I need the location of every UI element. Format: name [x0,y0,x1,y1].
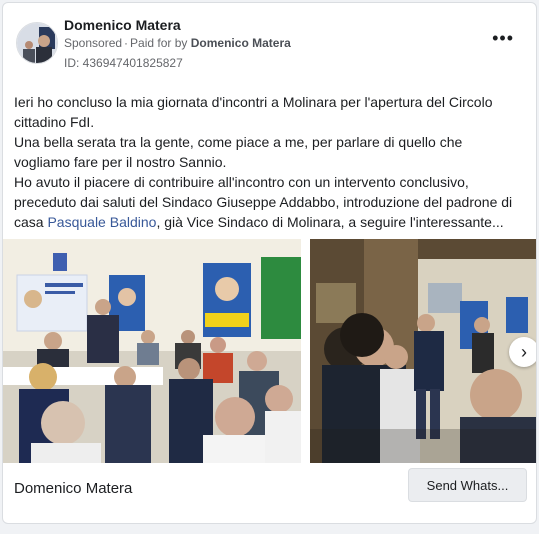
sponsored-label: Sponsored [64,36,123,50]
sponsored-post-card: Domenico Matera Sponsored · Paid for by Do… [2,2,537,524]
ad-id: ID: 436947401825827 [64,56,183,70]
tagged-person-link[interactable]: Pasquale Baldino [47,214,156,230]
page-name[interactable]: Domenico Matera [64,17,181,33]
paid-for-prefix: Paid for by [130,36,188,50]
footer-page-name: Domenico Matera [14,480,133,497]
separator-dot: · [124,36,129,50]
carousel-image-2[interactable] [310,239,536,463]
post-text: Ieri ho concluso la mia giornata d'incon… [14,92,519,232]
page-avatar[interactable] [16,22,58,64]
post-paragraph-2: Una bella serata tra la gente, come piac… [14,134,463,170]
post-paragraph-3: Ho avuto il piacere di contribuire all'i… [14,172,519,232]
post-paragraph-1: Ieri ho concluso la mia giornata d'incon… [14,94,493,130]
more-options-icon[interactable]: ••• [492,29,514,47]
paid-for-name: Domenico Matera [190,36,291,50]
sponsored-meta: Sponsored · Paid for by Domenico Matera [64,36,291,50]
carousel-next-button[interactable]: › [509,337,536,367]
chevron-right-icon: › [521,341,527,362]
send-whatsapp-button[interactable]: Send Whats... [408,468,527,502]
carousel-image-1[interactable] [3,239,301,463]
post-paragraph-3-continuation: , già Vice Sindaco di Molinara, a seguir… [156,214,504,230]
